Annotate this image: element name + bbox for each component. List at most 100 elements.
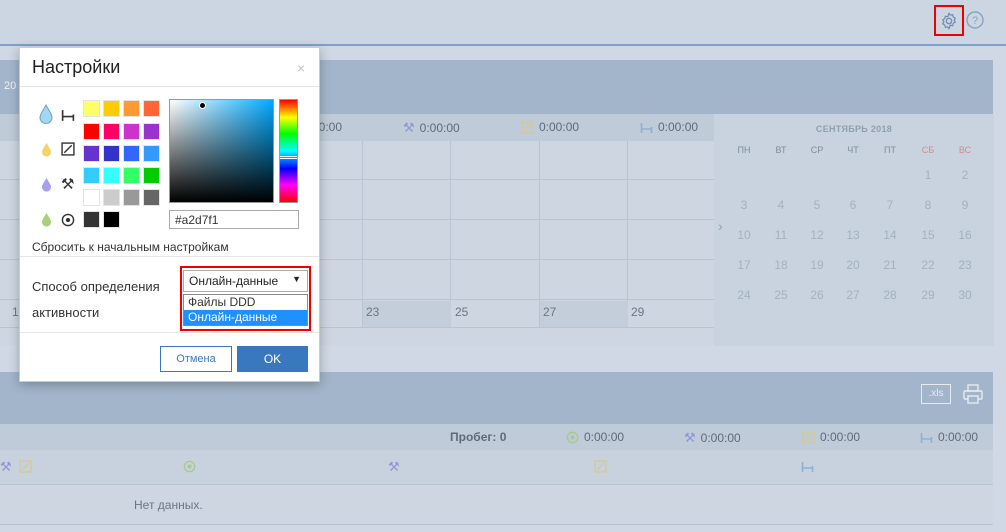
calendar-day[interactable]: 2 xyxy=(950,168,980,182)
color-swatch[interactable] xyxy=(83,100,100,117)
edit-box-icon xyxy=(594,460,607,473)
color-swatch[interactable] xyxy=(83,167,100,184)
calendar-day[interactable]: 6 xyxy=(838,198,868,212)
settings-dialog: Настройки × ⚒ Сбросить к начальным настр… xyxy=(19,47,320,382)
day-number: 23 xyxy=(366,305,380,319)
category-row-work[interactable]: ⚒ xyxy=(39,175,79,197)
calendar-day[interactable]: 5 xyxy=(802,198,832,212)
weekday-label: ВС xyxy=(958,145,972,155)
drop-icon xyxy=(42,142,51,157)
calendar-day[interactable]: 28 xyxy=(875,288,905,302)
calendar-day[interactable]: 7 xyxy=(875,198,905,212)
calendar-day[interactable]: 24 xyxy=(729,288,759,302)
calendar-day[interactable]: 18 xyxy=(766,258,796,272)
calendar-day[interactable]: 20 xyxy=(838,258,868,272)
bed-icon xyxy=(920,432,933,443)
help-icon[interactable]: ? xyxy=(966,11,984,29)
period-label: 20 xyxy=(4,80,17,92)
calendar-day[interactable]: 13 xyxy=(838,228,868,242)
mileage: Пробег: 0 xyxy=(450,430,506,444)
hue-handle[interactable] xyxy=(280,156,297,159)
stat-value: 0:00:00 xyxy=(539,120,580,134)
color-swatch[interactable] xyxy=(123,189,140,206)
color-swatch[interactable] xyxy=(83,145,100,162)
color-swatch[interactable] xyxy=(103,211,120,228)
close-icon[interactable]: × xyxy=(297,60,305,76)
color-swatch[interactable] xyxy=(103,167,120,184)
table-header-icons: ⚒ ⚒ xyxy=(0,450,993,485)
target-icon xyxy=(61,213,75,227)
edit-box-icon xyxy=(19,460,32,473)
color-swatch[interactable] xyxy=(123,123,140,140)
color-swatch[interactable] xyxy=(123,145,140,162)
category-row-drive[interactable] xyxy=(39,210,79,232)
calendar-day[interactable]: 19 xyxy=(802,258,832,272)
stat-rest: 0:00:00 xyxy=(640,120,698,134)
calendar-day[interactable]: 14 xyxy=(875,228,905,242)
weekday-label: ПТ xyxy=(884,145,896,155)
calendar-day[interactable]: 10 xyxy=(729,228,759,242)
mini-calendar: СЕНТЯБРЬ 2018 › ПН ВТ СР ЧТ ПТ СБ ВС 1 2 3 4 5 6 7 8 9 1… xyxy=(714,114,994,346)
calendar-day[interactable]: 16 xyxy=(950,228,980,242)
calendar-day[interactable]: 27 xyxy=(838,288,868,302)
calendar-day[interactable]: 3 xyxy=(729,198,759,212)
color-saturation-picker[interactable] xyxy=(169,99,274,203)
calendar-day[interactable]: 23 xyxy=(950,258,980,272)
calendar-day[interactable]: 17 xyxy=(729,258,759,272)
option-online-data[interactable]: Онлайн-данные xyxy=(184,310,307,325)
stat-value: 0:00:00 xyxy=(419,121,460,135)
print-icon[interactable] xyxy=(962,383,984,405)
option-ddd-files[interactable]: Файлы DDD xyxy=(184,295,307,310)
calendar-day[interactable]: 8 xyxy=(913,198,943,212)
calendar-day[interactable]: 29 xyxy=(913,288,943,302)
category-row-other[interactable] xyxy=(39,140,79,162)
calendar-day[interactable]: 30 xyxy=(950,288,980,302)
calendar-day[interactable]: 11 xyxy=(766,228,796,242)
calendar-day[interactable]: 9 xyxy=(950,198,980,212)
target-icon xyxy=(566,431,579,443)
color-swatch[interactable] xyxy=(103,189,120,206)
activity-method-select[interactable]: Онлайн-данные ▼ xyxy=(183,270,308,292)
picker-handle[interactable] xyxy=(199,102,206,109)
calendar-day[interactable]: 12 xyxy=(802,228,832,242)
color-swatch[interactable] xyxy=(143,167,160,184)
hex-color-input[interactable] xyxy=(169,210,299,229)
stat-value: 0:00:00 xyxy=(700,431,741,445)
color-swatch[interactable] xyxy=(123,167,140,184)
stat-value: 0:00:00 xyxy=(820,430,861,444)
chevron-right-icon[interactable]: › xyxy=(718,218,723,234)
color-swatch[interactable] xyxy=(103,123,120,140)
color-swatch[interactable] xyxy=(143,189,160,206)
ok-button[interactable]: OK xyxy=(237,346,308,372)
calendar-day[interactable]: 22 xyxy=(913,258,943,272)
color-swatch[interactable] xyxy=(143,123,160,140)
stat-drive: 0:00:00 xyxy=(566,430,624,444)
color-swatch[interactable] xyxy=(83,123,100,140)
calendar-day[interactable]: 15 xyxy=(913,228,943,242)
drop-icon xyxy=(42,177,51,192)
color-swatch[interactable] xyxy=(103,100,120,117)
calendar-day[interactable]: 21 xyxy=(875,258,905,272)
color-swatch[interactable] xyxy=(143,145,160,162)
hammers-icon: ⚒ xyxy=(0,459,12,474)
category-row-rest[interactable] xyxy=(39,104,79,126)
weekday-label: ПН xyxy=(737,145,751,155)
color-swatch[interactable] xyxy=(103,145,120,162)
reset-link[interactable]: Сбросить к начальным настройкам xyxy=(32,240,229,254)
color-swatch[interactable] xyxy=(83,189,100,206)
edit-box-icon xyxy=(521,120,534,134)
color-swatch[interactable] xyxy=(83,211,100,228)
export-xls-button[interactable]: .xls xyxy=(921,384,951,404)
hue-slider[interactable] xyxy=(279,99,298,203)
stat-value: 0:00:00 xyxy=(658,120,699,134)
calendar-day[interactable]: 1 xyxy=(913,168,943,182)
calendar-day[interactable]: 4 xyxy=(766,198,796,212)
calendar-day[interactable]: 26 xyxy=(802,288,832,302)
select-value: Онлайн-данные xyxy=(189,274,279,288)
cancel-button[interactable]: Отмена xyxy=(160,346,232,372)
color-swatch[interactable] xyxy=(143,100,160,117)
dialog-title: Настройки xyxy=(32,57,121,77)
calendar-day[interactable]: 25 xyxy=(766,288,796,302)
settings-button[interactable] xyxy=(934,5,964,36)
color-swatch[interactable] xyxy=(123,100,140,117)
